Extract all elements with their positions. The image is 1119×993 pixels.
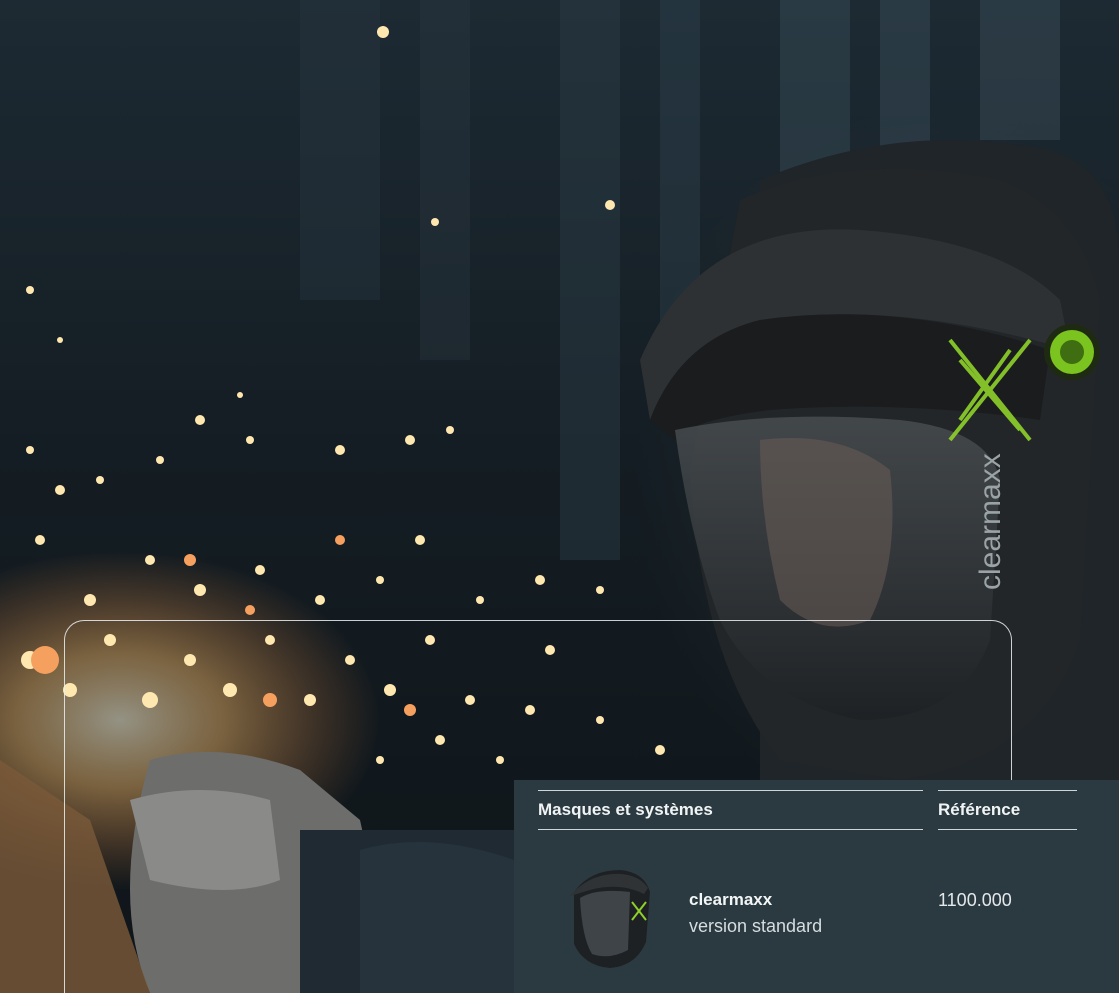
product-reference: 1100.000 xyxy=(938,890,1012,910)
product-variant: version standard xyxy=(689,916,823,936)
mask-brand-logo: clearmaxx xyxy=(974,453,1007,590)
clearmaxx-mask-thumbnail-icon xyxy=(570,870,650,968)
table-header-reference: Référence xyxy=(938,790,1077,830)
table-header-masks: Masques et systèmes xyxy=(538,790,923,830)
product-name: clearmaxx xyxy=(689,890,773,909)
product-table-panel: Masques et systèmes Référence clearmaxx … xyxy=(514,780,1119,993)
